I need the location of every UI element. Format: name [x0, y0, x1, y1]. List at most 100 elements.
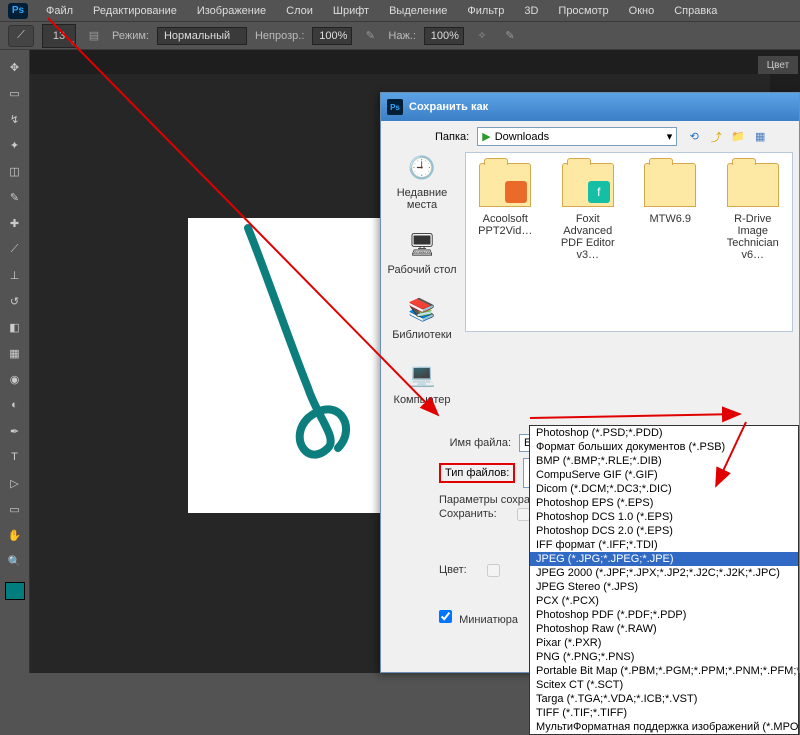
format-option[interactable]: Pixar (*.PXR)	[530, 636, 798, 650]
folder-item[interactable]: MTW6.9	[641, 163, 700, 321]
brush-tool-icon[interactable]: ⟋	[3, 238, 27, 260]
format-option[interactable]: Photoshop EPS (*.EPS)	[530, 496, 798, 510]
lasso-tool-icon[interactable]: ↯	[3, 108, 27, 130]
back-icon[interactable]: ⟲	[685, 128, 703, 146]
format-option[interactable]: Формат больших документов (*.PSB)	[530, 440, 798, 454]
up-icon[interactable]: ⤴	[707, 128, 725, 146]
thumbnail-label: Миниатюра	[459, 614, 518, 626]
eraser-tool-icon[interactable]: ◧	[3, 316, 27, 338]
foreground-color-swatch[interactable]	[5, 582, 25, 600]
zoom-tool-icon[interactable]: 🔍	[3, 550, 27, 572]
format-option[interactable]: JPEG (*.JPG;*.JPEG;*.JPE)	[530, 552, 798, 566]
format-option[interactable]: Photoshop DCS 1.0 (*.EPS)	[530, 510, 798, 524]
healing-tool-icon[interactable]: ✚	[3, 212, 27, 234]
folder-item[interactable]: R-Drive Image Technician v6…	[724, 163, 783, 321]
folder-label: Папка:	[435, 131, 469, 143]
format-option[interactable]: BMP (*.BMP;*.RLE;*.DIB)	[530, 454, 798, 468]
mode-label: Режим:	[112, 30, 149, 42]
format-option[interactable]: PNG (*.PNG;*.PNS)	[530, 650, 798, 664]
canvas-stroke	[188, 218, 383, 513]
airbrush-icon[interactable]: ✧	[472, 26, 492, 46]
dodge-tool-icon[interactable]: ◐	[3, 394, 27, 416]
menu-layers[interactable]: Слои	[276, 2, 323, 20]
blur-tool-icon[interactable]: ◉	[3, 368, 27, 390]
wand-tool-icon[interactable]: ✦	[3, 134, 27, 156]
opacity-pressure-icon[interactable]: ✎	[360, 26, 380, 46]
opt-chk	[487, 564, 500, 577]
menu-3d[interactable]: 3D	[514, 2, 548, 20]
format-option[interactable]: CompuServe GIF (*.GIF)	[530, 468, 798, 482]
dialog-nav-icons: ⟲ ⤴ 📁 ▦	[685, 128, 769, 146]
eyedropper-tool-icon[interactable]: ✎	[3, 186, 27, 208]
blend-mode-select[interactable]: Нормальный	[157, 27, 247, 45]
format-option[interactable]: IFF формат (*.IFF;*.TDI)	[530, 538, 798, 552]
format-option[interactable]: JPEG Stereo (*.JPS)	[530, 580, 798, 594]
newfolder-icon[interactable]: 📁	[729, 128, 747, 146]
views-icon[interactable]: ▦	[751, 128, 769, 146]
pen-tool-icon[interactable]: ✒	[3, 420, 27, 442]
folder-item[interactable]: fFoxit Advanced PDF Editor v3…	[559, 163, 618, 321]
flow-value[interactable]: 100%	[424, 27, 464, 45]
brush-tool-icon[interactable]: ⟋	[8, 25, 34, 47]
menu-file[interactable]: Файл	[36, 2, 83, 20]
menu-select[interactable]: Выделение	[379, 2, 457, 20]
format-option[interactable]: Targa (*.TGA;*.VDA;*.ICB;*.VST)	[530, 692, 798, 706]
filetype-dropdown-list[interactable]: Photoshop (*.PSD;*.PDD)Формат больших до…	[529, 425, 799, 735]
brush-panel-icon[interactable]: ▤	[84, 26, 104, 46]
menu-image[interactable]: Изображение	[187, 2, 276, 20]
opacity-label: Непрозр.:	[255, 30, 304, 42]
thumbnail-checkbox[interactable]	[439, 610, 452, 623]
format-option[interactable]: Dicom (*.DCM;*.DC3;*.DIC)	[530, 482, 798, 496]
place-desktop[interactable]: 🖥Рабочий стол	[387, 229, 457, 276]
gradient-tool-icon[interactable]: ▦	[3, 342, 27, 364]
flow-pressure-icon[interactable]: ✎	[500, 26, 520, 46]
marquee-tool-icon[interactable]: ▭	[3, 82, 27, 104]
move-tool-icon[interactable]: ✥	[3, 56, 27, 78]
history-brush-icon[interactable]: ↺	[3, 290, 27, 312]
folder-select[interactable]: ▶ Downloads ▾	[477, 127, 677, 146]
format-option[interactable]: JPEG 2000 (*.JPF;*.JPX;*.JP2;*.J2C;*.J2K…	[530, 566, 798, 580]
shape-tool-icon[interactable]: ▭	[3, 498, 27, 520]
main-menu-bar: Ps Файл Редактирование Изображение Слои …	[0, 0, 800, 22]
format-option[interactable]: Photoshop DCS 2.0 (*.EPS)	[530, 524, 798, 538]
menu-window[interactable]: Окно	[619, 2, 665, 20]
document-canvas[interactable]	[188, 218, 383, 513]
place-computer[interactable]: 💻Компьютер	[387, 359, 457, 406]
color-subheading: Цвет:	[439, 564, 467, 580]
place-libraries[interactable]: 📚Библиотеки	[387, 294, 457, 341]
color-panel-tab[interactable]: Цвет	[758, 56, 798, 74]
menu-filter[interactable]: Фильтр	[457, 2, 514, 20]
filename-label: Имя файла:	[439, 437, 511, 449]
format-option[interactable]: Photoshop PDF (*.PDF;*.PDP)	[530, 608, 798, 622]
save-as-dialog: Ps Сохранить как Папка: ▶ Downloads ▾ ⟲ …	[380, 92, 800, 673]
menu-edit[interactable]: Редактирование	[83, 2, 187, 20]
hand-tool-icon[interactable]: ✋	[3, 524, 27, 546]
filetype-label-highlight: Тип файлов:	[439, 463, 515, 483]
stamp-tool-icon[interactable]: ⊥	[3, 264, 27, 286]
format-option[interactable]: TIFF (*.TIF;*.TIFF)	[530, 706, 798, 720]
menu-view[interactable]: Просмотр	[548, 2, 618, 20]
places-sidebar: 🕘Недавние места 🖥Рабочий стол 📚Библиотек…	[387, 152, 457, 424]
place-recent[interactable]: 🕘Недавние места	[387, 152, 457, 211]
path-tool-icon[interactable]: ▷	[3, 472, 27, 494]
menu-help[interactable]: Справка	[664, 2, 727, 20]
opacity-value[interactable]: 100%	[312, 27, 352, 45]
brush-preset-picker[interactable]: 13	[42, 24, 76, 48]
format-option[interactable]: Scitex CT (*.SCT)	[530, 678, 798, 692]
crop-tool-icon[interactable]: ◫	[3, 160, 27, 182]
tools-panel: ✥ ▭ ↯ ✦ ◫ ✎ ✚ ⟋ ⊥ ↺ ◧ ▦ ◉ ◐ ✒ T ▷ ▭ ✋ 🔍	[0, 50, 30, 673]
app-logo: Ps	[8, 3, 28, 19]
dialog-app-icon: Ps	[387, 99, 403, 115]
menu-type[interactable]: Шрифт	[323, 2, 379, 20]
format-option[interactable]: PCX (*.PCX)	[530, 594, 798, 608]
format-option[interactable]: Portable Bit Map (*.PBM;*.PGM;*.PPM;*.PN…	[530, 664, 798, 678]
format-option[interactable]: МультиФорматная поддержка изображений (*…	[530, 720, 798, 734]
format-option[interactable]: Photoshop Raw (*.RAW)	[530, 622, 798, 636]
file-list-pane[interactable]: Acoolsoft PPT2Vid… fFoxit Advanced PDF E…	[465, 152, 793, 332]
folder-icon: ▶	[482, 130, 490, 143]
dialog-titlebar[interactable]: Ps Сохранить как	[381, 93, 799, 121]
opt-chk	[517, 508, 530, 521]
format-option[interactable]: Photoshop (*.PSD;*.PDD)	[530, 426, 798, 440]
type-tool-icon[interactable]: T	[3, 446, 27, 468]
folder-item[interactable]: Acoolsoft PPT2Vid…	[476, 163, 535, 321]
